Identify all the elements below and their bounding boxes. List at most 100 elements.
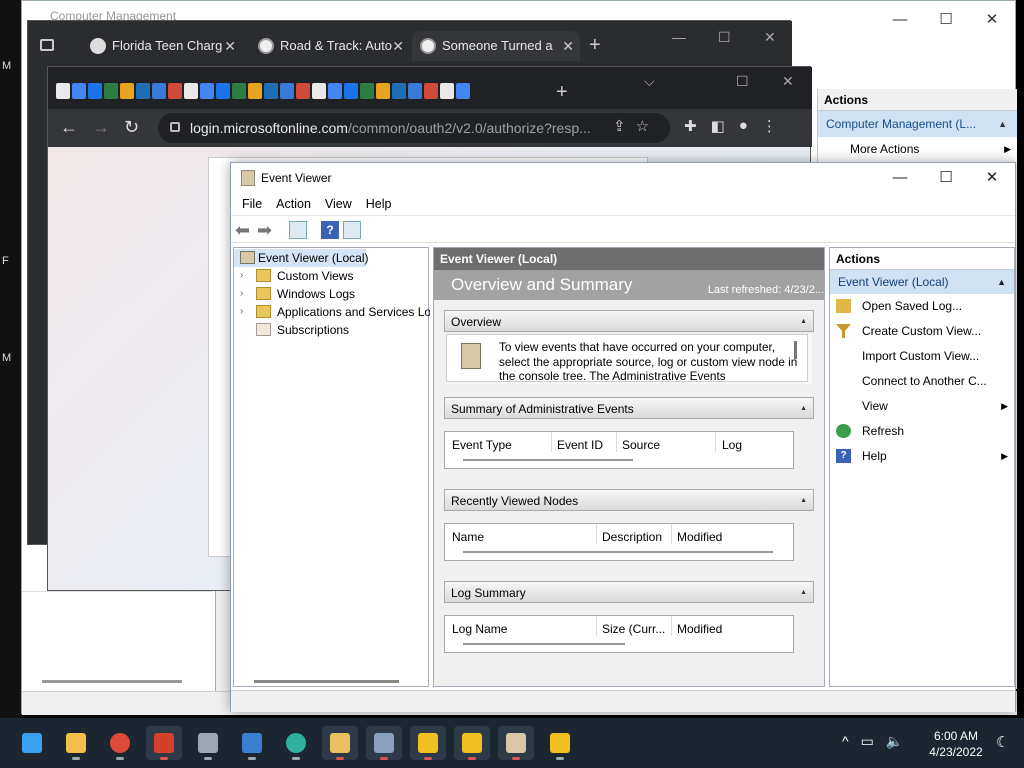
horizontal-scrollbar[interactable] — [254, 680, 399, 683]
chrome-tab[interactable]: Florida Teen Charg ✕ — [82, 31, 242, 61]
horizontal-scrollbar[interactable] — [463, 459, 633, 461]
minimize-button[interactable]: — — [877, 163, 923, 193]
pinned-tab-favicon-icon[interactable] — [232, 83, 246, 99]
expand-chevron-icon[interactable]: › — [240, 303, 243, 321]
log-summary-header[interactable]: Log Summary — [444, 581, 814, 604]
focus-assist-moon-icon[interactable]: ☾ — [996, 733, 1009, 751]
bookmark-star-icon[interactable]: ☆ — [636, 117, 649, 135]
expand-chevron-icon[interactable]: › — [240, 267, 243, 285]
reload-icon[interactable]: ↻ — [124, 117, 139, 137]
taskbar-printer-button[interactable] — [366, 726, 402, 760]
taskbar-start-button[interactable] — [14, 726, 50, 760]
horizontal-scrollbar[interactable] — [463, 551, 773, 553]
pinned-tab-favicon-icon[interactable] — [72, 83, 86, 99]
taskbar-user-folder-button[interactable] — [322, 726, 358, 760]
back-arrow-icon[interactable]: ⬅ — [235, 221, 253, 239]
close-tab-icon[interactable]: ✕ — [392, 31, 404, 61]
pinned-tab-favicon-icon[interactable] — [376, 83, 390, 99]
taskbar-edge-button[interactable] — [278, 726, 314, 760]
back-arrow-icon[interactable]: ← — [60, 117, 78, 137]
pinned-tab-favicon-icon[interactable] — [200, 83, 214, 99]
action-connect-another-computer[interactable]: Connect to Another C... — [830, 369, 1014, 394]
show-hidden-icons-chevron-icon[interactable]: ^ — [842, 733, 849, 750]
show-hide-console-tree-icon[interactable] — [289, 221, 307, 239]
taskbar-security-shield-button[interactable] — [454, 726, 490, 760]
close-button[interactable]: ✕ — [782, 73, 794, 90]
pinned-tab-favicon-icon[interactable] — [408, 83, 422, 99]
minimize-button[interactable]: — — [672, 29, 686, 45]
pinned-tab-favicon-icon[interactable] — [216, 83, 230, 99]
new-tab-button[interactable]: + — [589, 31, 601, 59]
menu-action[interactable]: Action — [269, 193, 318, 215]
tree-item-windows-logs[interactable]: › Windows Logs — [234, 285, 430, 303]
column-header[interactable]: Description — [602, 530, 662, 544]
taskbar-settings-button[interactable] — [190, 726, 226, 760]
column-header[interactable]: Size (Curr... — [602, 622, 665, 636]
maximize-button[interactable]: ☐ — [718, 29, 731, 46]
taskbar-mail-button[interactable] — [234, 726, 270, 760]
column-header[interactable]: Log — [722, 438, 742, 452]
action-open-saved-log[interactable]: Open Saved Log... — [830, 294, 1014, 319]
pinned-tab-favicon-icon[interactable] — [264, 83, 278, 99]
horizontal-scrollbar[interactable] — [463, 643, 625, 645]
close-button[interactable]: ✕ — [969, 1, 1015, 39]
maximize-button[interactable]: ☐ — [923, 163, 969, 193]
pinned-tab-favicon-icon[interactable] — [120, 83, 134, 99]
column-header[interactable]: Source — [622, 438, 660, 452]
pinned-tab-favicon-icon[interactable] — [360, 83, 374, 99]
show-hide-action-pane-icon[interactable] — [343, 221, 361, 239]
action-help[interactable]: ? Help — [830, 444, 1014, 469]
address-bar[interactable]: login.microsoftonline.com/common/oauth2/… — [158, 113, 670, 143]
horizontal-scrollbar[interactable] — [42, 680, 182, 683]
pinned-tab-favicon-icon[interactable] — [344, 83, 358, 99]
pinned-tab-favicon-icon[interactable] — [280, 83, 294, 99]
profile-icon[interactable]: ● — [739, 117, 748, 135]
action-import-custom-view[interactable]: Import Custom View... — [830, 344, 1014, 369]
pinned-tab-favicon-icon[interactable] — [152, 83, 166, 99]
column-header[interactable]: Log Name — [452, 622, 507, 636]
pinned-tab-favicon-icon[interactable] — [248, 83, 262, 99]
menu-file[interactable]: File — [235, 193, 269, 215]
pinned-tab-favicon-icon[interactable] — [104, 83, 118, 99]
column-header[interactable]: Modified — [677, 530, 722, 544]
actions-selected-event-viewer[interactable]: Event Viewer (Local) — [830, 270, 1014, 294]
action-create-custom-view[interactable]: Create Custom View... — [830, 319, 1014, 344]
tab-search-dropdown-icon[interactable]: ⌵ — [644, 73, 655, 90]
pinned-tab-favicon-icon[interactable] — [136, 83, 150, 99]
overview-section-header[interactable]: Overview — [444, 310, 814, 333]
minimize-button[interactable]: — — [877, 1, 923, 39]
pinned-tab-favicon-icon[interactable] — [440, 83, 454, 99]
vertical-scrollbar[interactable] — [794, 341, 797, 359]
pinned-tab-favicon-icon[interactable] — [312, 83, 326, 99]
share-icon[interactable]: ⇪ — [613, 117, 626, 135]
pinned-tab-favicon-icon[interactable] — [456, 83, 470, 99]
taskbar-event-viewer-button[interactable] — [498, 726, 534, 760]
forward-arrow-icon[interactable]: ➡ — [257, 221, 275, 239]
more-actions-item[interactable]: More Actions — [818, 137, 1017, 161]
taskbar-security-shield-button[interactable] — [542, 726, 578, 760]
tree-item-event-viewer-local[interactable]: Event Viewer (Local) — [234, 249, 369, 267]
close-tab-icon[interactable]: ✕ — [224, 31, 236, 61]
pinned-tab-favicon-icon[interactable] — [184, 83, 198, 99]
chrome-tab[interactable]: Road & Track: Auto ✕ — [250, 31, 410, 61]
tree-item-applications-services[interactable]: › Applications and Services Lo — [234, 303, 430, 321]
summary-admin-events-header[interactable]: Summary of Administrative Events — [444, 397, 814, 420]
taskbar-file-explorer-button[interactable] — [58, 726, 94, 760]
column-header[interactable]: Event ID — [557, 438, 603, 452]
side-panel-icon[interactable]: ◧ — [711, 117, 725, 135]
tree-item-custom-views[interactable]: › Custom Views — [234, 267, 430, 285]
maximize-button[interactable]: ☐ — [923, 1, 969, 39]
action-view[interactable]: View — [830, 394, 1014, 419]
extensions-puzzle-icon[interactable]: ✚ — [684, 117, 697, 135]
close-button[interactable]: ✕ — [764, 29, 776, 46]
forward-arrow-icon[interactable]: → — [92, 117, 110, 137]
volume-icon[interactable]: 🔈 — [886, 733, 903, 750]
close-button[interactable]: ✕ — [969, 163, 1015, 193]
pinned-tab-favicon-icon[interactable] — [56, 83, 70, 99]
chrome-menu-icon[interactable]: ⋮ — [762, 117, 777, 135]
lock-icon[interactable] — [170, 122, 180, 132]
chrome-tab-active[interactable]: Someone Turned a ✕ — [412, 31, 580, 61]
menu-view[interactable]: View — [318, 193, 359, 215]
actions-selected-computer-management[interactable]: Computer Management (L... — [818, 111, 1017, 137]
column-header[interactable]: Event Type — [452, 438, 512, 452]
